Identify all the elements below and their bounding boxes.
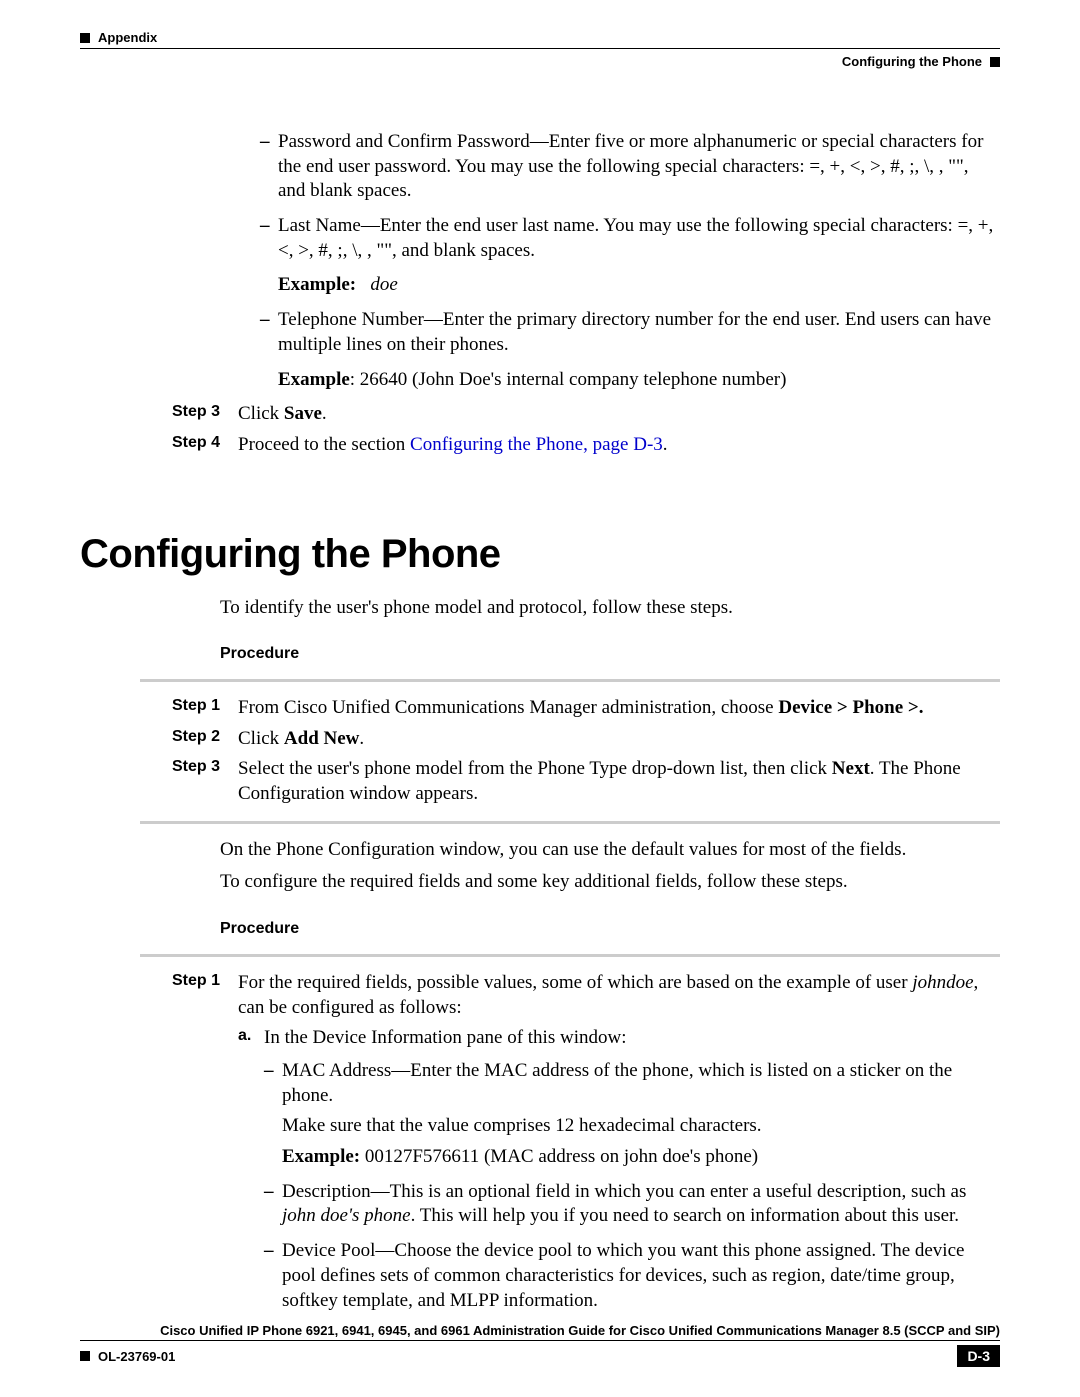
header-square-icon: [990, 57, 1000, 67]
paragraph: To configure the required fields and som…: [220, 870, 1000, 895]
page-header: Appendix Configuring the Phone: [80, 30, 1000, 80]
step-content: For the required fields, possible values…: [238, 971, 1000, 1020]
list-item: Telephone Number—Enter the primary direc…: [260, 308, 1000, 357]
procedure-label: Procedure: [220, 919, 1000, 940]
example-value: doe: [370, 274, 397, 295]
text: Description—This is an optional field in…: [282, 1181, 966, 1202]
text: . This will help you if you need to sear…: [411, 1205, 959, 1226]
footer-doc-id: OL-23769-01: [98, 1349, 175, 1364]
divider: [140, 954, 1000, 957]
mac-example: Example: 00127F576611 (MAC address on jo…: [282, 1145, 1000, 1170]
page-footer: Cisco Unified IP Phone 6921, 6941, 6945,…: [80, 1323, 1000, 1367]
divider: [140, 679, 1000, 682]
step-content: Proceed to the section Configuring the P…: [238, 433, 1000, 458]
text: For the required fields, possible values…: [238, 972, 912, 993]
text: .: [322, 403, 327, 424]
footer-square-icon: [80, 1351, 90, 1361]
footer-title: Cisco Unified IP Phone 6921, 6941, 6945,…: [80, 1323, 1000, 1338]
text-bold: Add New: [284, 728, 359, 749]
sub-label: a.: [238, 1026, 251, 1047]
step-row: Step 3 Select the user's phone model fro…: [80, 757, 1000, 806]
password-text: Password and Confirm Password—Enter five…: [278, 131, 983, 201]
mac-text-2: Make sure that the value comprises 12 he…: [282, 1114, 1000, 1139]
example-label: Example:: [278, 274, 356, 295]
text-bold: Device > Phone >.: [778, 697, 923, 718]
text: Click: [238, 403, 284, 424]
text: .: [359, 728, 364, 749]
example-line: Example: 26640 (John Doe's internal comp…: [278, 368, 1000, 393]
example-label: Example: [278, 369, 350, 390]
text: From Cisco Unified Communications Manage…: [238, 697, 778, 718]
lastname-text: Last Name—Enter the end user last name. …: [278, 215, 993, 261]
text-bold: Save: [284, 403, 322, 424]
list-item: Device Pool—Choose the device pool to wh…: [264, 1239, 1000, 1313]
step-label: Step 3: [80, 757, 238, 806]
step-row: Step 1 For the required fields, possible…: [80, 971, 1000, 1020]
header-left-text: Appendix: [98, 30, 157, 45]
step-content: Click Save.: [238, 402, 1000, 427]
step-content: Click Add New.: [238, 727, 1000, 752]
text-bold: Next: [832, 758, 870, 779]
step-content: From Cisco Unified Communications Manage…: [238, 696, 1000, 721]
step-label: Step 2: [80, 727, 238, 752]
procedure-label: Procedure: [220, 644, 1000, 665]
text-italic: john doe's phone: [282, 1205, 411, 1226]
page-number: D-3: [957, 1345, 1000, 1367]
header-right-text: Configuring the Phone: [842, 54, 982, 69]
step-row: Step 1 From Cisco Unified Communications…: [80, 696, 1000, 721]
step-row: Step 2 Click Add New.: [80, 727, 1000, 752]
paragraph: On the Phone Configuration window, you c…: [220, 838, 1000, 863]
mac-text-1: MAC Address—Enter the MAC address of the…: [282, 1059, 1000, 1108]
text: Proceed to the section: [238, 434, 410, 455]
sub-text: In the Device Information pane of this w…: [264, 1027, 626, 1048]
example-value: : 26640 (John Doe's internal company tel…: [350, 369, 787, 390]
text: Device Pool—Choose the device pool to wh…: [282, 1240, 964, 1310]
sub-item-a: a. In the Device Information pane of thi…: [238, 1026, 1000, 1051]
example-value: 00127F576611 (MAC address on john doe's …: [360, 1146, 758, 1167]
step-row: Step 3 Click Save.: [80, 402, 1000, 427]
list-item: Last Name—Enter the end user last name. …: [260, 214, 1000, 263]
cross-reference-link[interactable]: Configuring the Phone, page D-3: [410, 434, 663, 455]
header-square-icon: [80, 33, 90, 43]
telephone-text: Telephone Number—Enter the primary direc…: [278, 309, 991, 355]
text: Click: [238, 728, 284, 749]
step-row: Step 4 Proceed to the section Configurin…: [80, 433, 1000, 458]
section-heading: Configuring the Phone: [80, 528, 1000, 580]
text: Select the user's phone model from the P…: [238, 758, 832, 779]
step-label: Step 4: [80, 433, 238, 458]
section-intro: To identify the user's phone model and p…: [220, 596, 1000, 621]
text: .: [663, 434, 668, 455]
step-label: Step 3: [80, 402, 238, 427]
step-label: Step 1: [80, 696, 238, 721]
divider: [140, 821, 1000, 824]
example-label: Example:: [282, 1146, 360, 1167]
step-content: Select the user's phone model from the P…: [238, 757, 1000, 806]
list-item: Password and Confirm Password—Enter five…: [260, 130, 1000, 204]
example-line: Example: doe: [278, 273, 1000, 298]
list-item: MAC Address—Enter the MAC address of the…: [264, 1059, 1000, 1170]
step-label: Step 1: [80, 971, 238, 1020]
text-italic: johndoe: [912, 972, 973, 993]
list-item: Description—This is an optional field in…: [264, 1180, 1000, 1229]
